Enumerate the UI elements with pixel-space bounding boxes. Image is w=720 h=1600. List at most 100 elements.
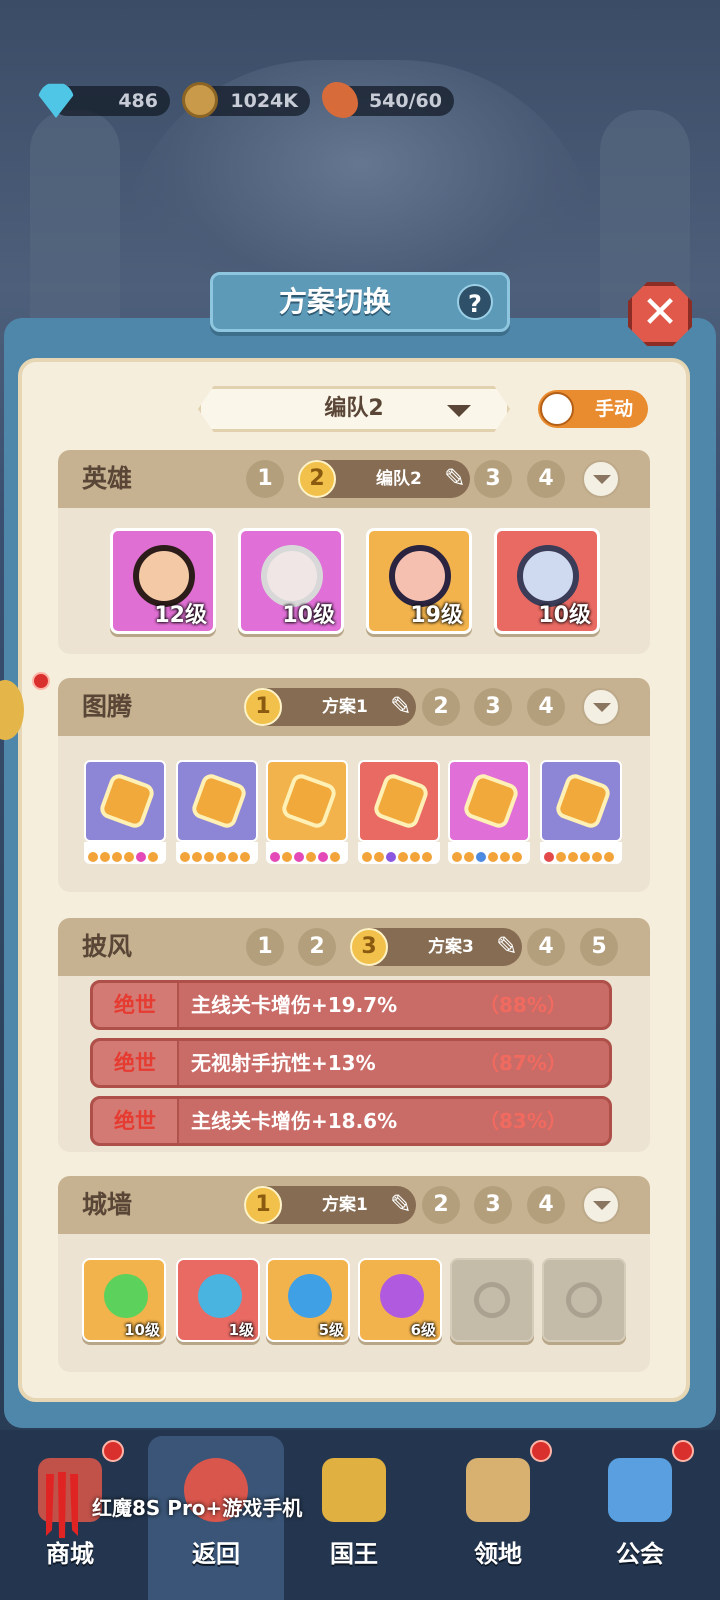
walls-tab-2[interactable]: 2 (422, 1186, 460, 1224)
totem-card-3[interactable] (266, 760, 348, 866)
capes-tab-4[interactable]: 4 (527, 928, 565, 966)
close-icon: ✕ (641, 287, 679, 338)
heroes-expand-button[interactable] (582, 460, 620, 498)
capes-tab-3-active[interactable]: 3 方案3 ✎ (350, 928, 522, 966)
hero-level: 12级 (154, 603, 207, 628)
capes-tab-1[interactable]: 1 (246, 928, 284, 966)
capes-header: 披风 1 2 3 方案3 ✎ 4 5 (58, 918, 650, 976)
cape-attribute-row: 绝世 主线关卡增伤+19.7% （88%） (90, 980, 612, 1030)
attribute-quality: 绝世 (93, 983, 179, 1027)
totem-star-dots (540, 842, 622, 864)
star-dot (386, 852, 396, 862)
totem-star-dots (448, 842, 530, 864)
feather-edit-icon[interactable]: ✎ (390, 690, 416, 724)
totems-tab-1-active[interactable]: 1 方案1 ✎ (244, 688, 416, 726)
star-dot (398, 852, 408, 862)
totem-card-1[interactable] (84, 760, 166, 866)
coin-value: 1024K (230, 90, 298, 112)
wrench-lock-icon (566, 1282, 602, 1318)
totem-card-6[interactable] (540, 760, 622, 866)
castle-tower-left (30, 110, 120, 320)
attribute-percent: （83%） (479, 1109, 567, 1133)
diamond-value: 486 (118, 90, 158, 112)
star-dot (544, 852, 554, 862)
star-dot (204, 852, 214, 862)
help-button[interactable]: ? (457, 284, 493, 320)
walls-tab-4[interactable]: 4 (527, 1186, 565, 1224)
hero-card-1[interactable]: 12级 (110, 528, 216, 634)
team-dropdown[interactable]: 编队2 (198, 386, 510, 432)
totem-image (540, 760, 622, 842)
star-dot (180, 852, 190, 862)
wall-building-icon (288, 1274, 332, 1318)
totems-tab-2[interactable]: 2 (422, 688, 460, 726)
capes-section: 披风 1 2 3 方案3 ✎ 4 5 绝世 主线关卡增伤+19.7% （88%）… (58, 918, 650, 1152)
star-dot (124, 852, 134, 862)
manual-toggle[interactable]: 手动 (538, 390, 648, 428)
star-dot (294, 852, 304, 862)
heroes-section: 英雄 1 2 编队2 ✎ 3 4 12级 10级 19级 10级 (58, 450, 650, 654)
wall-card-1[interactable]: 10级 (82, 1258, 166, 1342)
totem-card-2[interactable] (176, 760, 258, 866)
totem-relic-icon (189, 771, 249, 831)
totem-relic-icon (461, 771, 521, 831)
device-watermark: 红魔8S Pro+游戏手机 (40, 1470, 360, 1540)
totems-title: 图腾 (82, 692, 133, 721)
totem-card-4[interactable] (358, 760, 440, 866)
totem-star-dots (266, 842, 348, 864)
totem-relic-icon (553, 771, 613, 831)
diamond-counter: 486 (38, 83, 170, 118)
totems-expand-button[interactable] (582, 688, 620, 726)
walls-tab-1-active[interactable]: 1 方案1 ✎ (244, 1186, 416, 1224)
feather-edit-icon[interactable]: ✎ (444, 462, 470, 496)
heroes-tab-1[interactable]: 1 (246, 460, 284, 498)
feather-edit-icon[interactable]: ✎ (390, 1188, 416, 1222)
star-dot (422, 852, 432, 862)
heroes-tab-4[interactable]: 4 (527, 460, 565, 498)
wall-card-3[interactable]: 5级 (266, 1258, 350, 1342)
wall-building-icon (104, 1274, 148, 1318)
hero-card-3[interactable]: 19级 (366, 528, 472, 634)
attribute-text: 主线关卡增伤+18.6% (191, 1109, 398, 1133)
manual-toggle-label: 手动 (594, 398, 633, 420)
star-dot (500, 852, 510, 862)
hero-level: 10级 (538, 603, 591, 628)
wrench-lock-icon (474, 1282, 510, 1318)
walls-tab-3[interactable]: 3 (474, 1186, 512, 1224)
nav-label: 公会 (616, 1540, 664, 1568)
feather-edit-icon[interactable]: ✎ (496, 930, 522, 964)
totem-image (448, 760, 530, 842)
hero-card-4[interactable]: 10级 (494, 528, 600, 634)
heroes-active-label: 编队2 (376, 469, 422, 489)
attribute-text: 无视射手抗性+13% (191, 1051, 376, 1075)
wall-level: 6级 (410, 1321, 436, 1339)
toggle-knob (540, 392, 574, 426)
capes-tab-5[interactable]: 5 (580, 928, 618, 966)
totems-tab-4[interactable]: 4 (527, 688, 565, 726)
wall-card-2[interactable]: 1级 (176, 1258, 260, 1342)
nav-castle[interactable]: 领地 (428, 1440, 568, 1598)
star-dot (362, 852, 372, 862)
heroes-header: 英雄 1 2 编队2 ✎ 3 4 (58, 450, 650, 508)
dialog-title-ribbon: 方案切换 ? (210, 272, 510, 332)
wall-card-4[interactable]: 6级 (358, 1258, 442, 1342)
watermark-text: 红魔8S Pro+游戏手机 (92, 1496, 303, 1520)
totems-tab-3[interactable]: 3 (474, 688, 512, 726)
star-dot (452, 852, 462, 862)
star-dot (100, 852, 110, 862)
heroes-tab-2-active[interactable]: 2 编队2 ✎ (298, 460, 470, 498)
totem-image (176, 760, 258, 842)
heroes-tab-3[interactable]: 3 (474, 460, 512, 498)
walls-expand-button[interactable] (582, 1186, 620, 1224)
wall-slot-locked (450, 1258, 534, 1342)
wall-building-icon (380, 1274, 424, 1318)
hero-card-2[interactable]: 10级 (238, 528, 344, 634)
cape-attribute-row: 绝世 无视射手抗性+13% （87%） (90, 1038, 612, 1088)
notification-badge (672, 1440, 694, 1462)
nav-planet[interactable]: 公会 (570, 1440, 710, 1598)
totem-card-5[interactable] (448, 760, 530, 866)
totem-star-dots (84, 842, 166, 864)
star-dot (330, 852, 340, 862)
castle-icon (466, 1458, 530, 1522)
capes-tab-2[interactable]: 2 (298, 928, 336, 966)
